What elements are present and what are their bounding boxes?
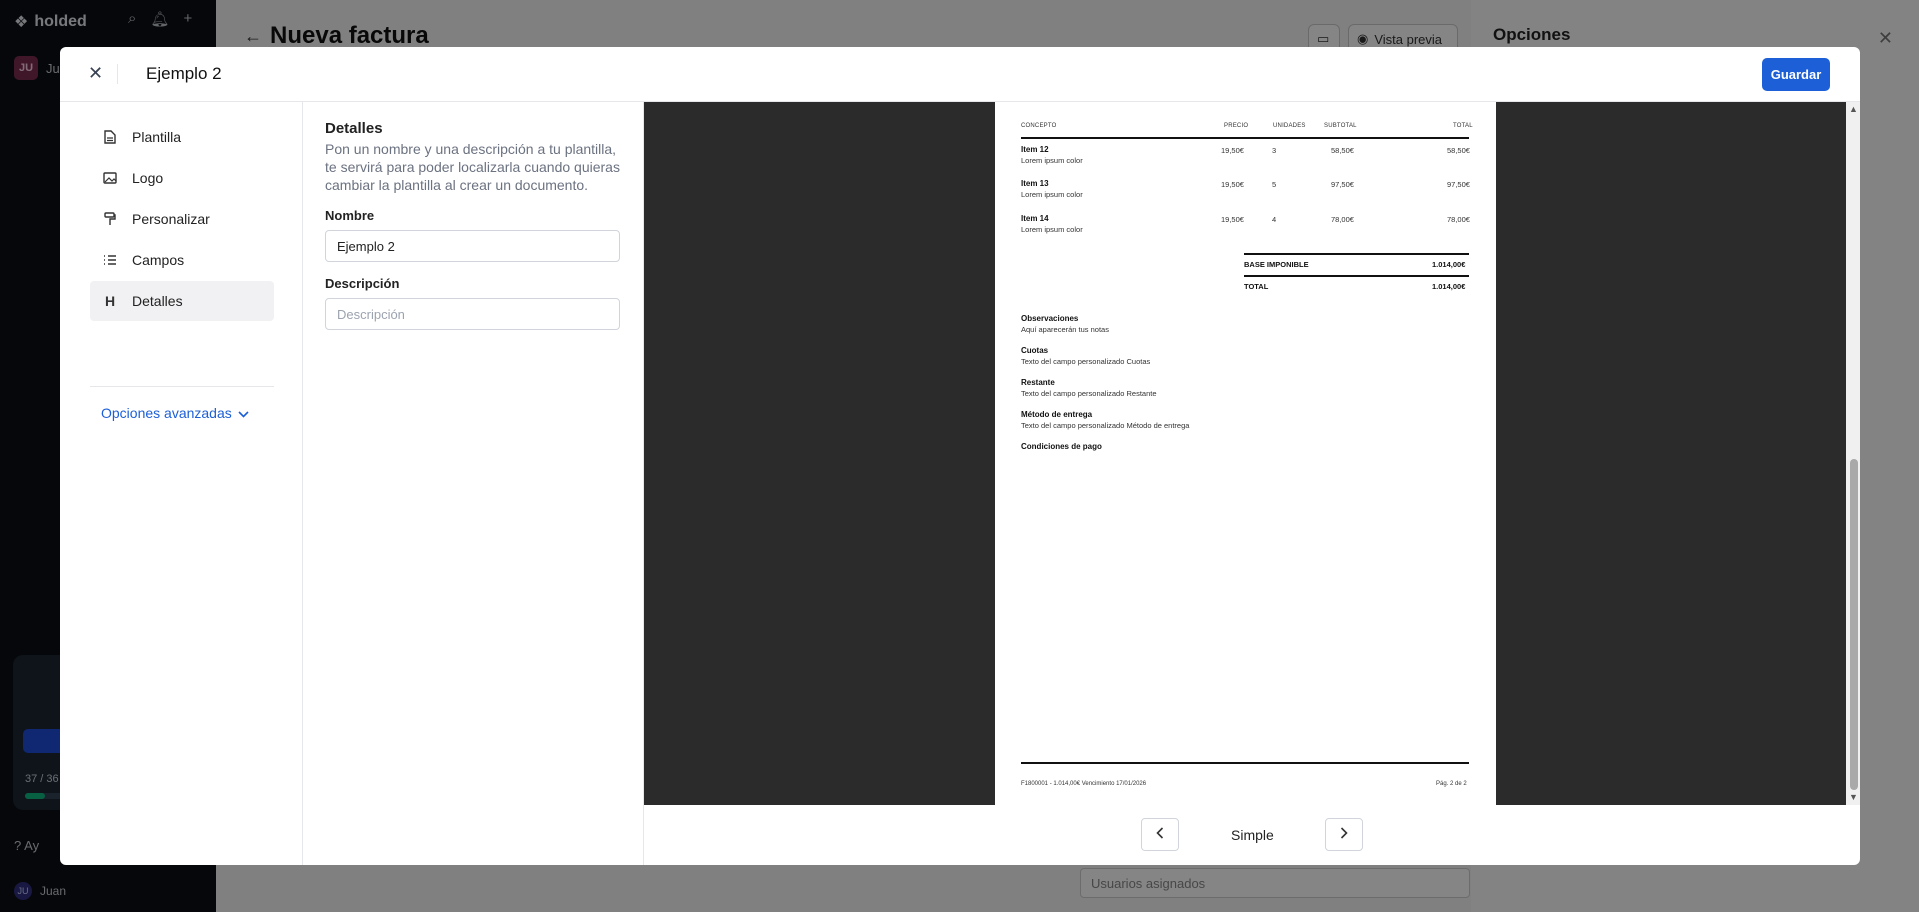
scroll-thumb[interactable]: [1850, 459, 1858, 790]
template-preview: CONCEPTO PRECIO UNIDADES SUBTOTAL TOTAL …: [643, 102, 1860, 865]
template-editor-modal: ✕ Ejemplo 2 Guardar Plantilla Logo Perso…: [60, 47, 1860, 865]
block-value: Texto del campo personalizado Cuotas: [1021, 357, 1151, 366]
nav-item-label: Detalles: [132, 293, 183, 309]
preview-canvas: CONCEPTO PRECIO UNIDADES SUBTOTAL TOTAL …: [644, 102, 1846, 805]
block-title: Cuotas: [1021, 346, 1049, 355]
details-form: Detalles Pon un nombre y una descripción…: [325, 120, 620, 330]
chevron-left-icon: [1156, 826, 1164, 843]
totals-rule: [1244, 275, 1469, 277]
block-title: Método de entrega: [1021, 410, 1093, 419]
scroll-down-icon[interactable]: ▼: [1849, 792, 1858, 802]
item-price: 19,50€: [1221, 146, 1244, 155]
col-header-price: PRECIO: [1224, 123, 1249, 129]
chevron-down-icon: [238, 405, 249, 421]
footer-rule: [1021, 762, 1469, 764]
paint-roller-icon: [102, 212, 118, 226]
nav-item-logo[interactable]: Logo: [90, 158, 274, 198]
details-description: Pon un nombre y una descripción a tu pla…: [325, 141, 620, 193]
nav-item-personalizar[interactable]: Personalizar: [90, 199, 274, 239]
table-header-rule: [1021, 137, 1469, 139]
block-value: Texto del campo personalizado Restante: [1021, 389, 1157, 398]
col-header-units: UNIDADES: [1273, 123, 1306, 129]
item-name: Item 12: [1021, 145, 1049, 154]
base-label: BASE IMPONIBLE: [1244, 260, 1309, 269]
item-name: Item 14: [1021, 214, 1049, 223]
block-value: Aquí aparecerán tus notas: [1021, 325, 1109, 334]
preview-scrollbar[interactable]: ▲ ▼: [1846, 102, 1860, 805]
item-desc: Lorem ipsum color: [1021, 225, 1083, 234]
scroll-up-icon[interactable]: ▲: [1849, 104, 1858, 114]
nav-item-plantilla[interactable]: Plantilla: [90, 117, 274, 157]
template-name: Simple: [1231, 827, 1274, 843]
item-desc: Lorem ipsum color: [1021, 190, 1083, 199]
block-title: Observaciones: [1021, 314, 1079, 323]
block-value: Texto del campo personalizado Método de …: [1021, 421, 1190, 430]
nav-item-label: Campos: [132, 252, 185, 268]
file-icon: [102, 130, 118, 144]
item-units: 5: [1272, 180, 1277, 189]
item-total: 58,50€: [1447, 146, 1470, 155]
block-title: Restante: [1021, 378, 1055, 387]
previous-template-button[interactable]: [1141, 818, 1179, 851]
item-total: 78,00€: [1447, 215, 1470, 224]
page-number: Pág. 2 de 2: [1436, 781, 1467, 787]
image-icon: [102, 172, 118, 184]
modal-header: ✕ Ejemplo 2 Guardar: [60, 47, 1860, 102]
col-header-concept: CONCEPTO: [1021, 123, 1057, 129]
item-units: 3: [1272, 146, 1277, 155]
template-nav: Plantilla Logo Personalizar Campos H Det…: [60, 102, 303, 865]
next-template-button[interactable]: [1325, 818, 1363, 851]
name-label: Nombre: [325, 208, 375, 223]
heading-icon: H: [104, 293, 116, 309]
details-heading: Detalles: [325, 120, 383, 137]
advanced-options-label: Opciones avanzadas: [101, 405, 232, 421]
template-switcher: Simple: [644, 805, 1860, 865]
block-title: Condiciones de pago: [1021, 442, 1102, 451]
item-price: 19,50€: [1221, 180, 1244, 189]
page-footer-info: F1800001 - 1.014,00€ Vencimiento 17/01/2…: [1021, 781, 1147, 787]
description-label: Descripción: [325, 276, 400, 291]
chevron-right-icon: [1340, 826, 1348, 843]
description-field[interactable]: [325, 298, 620, 330]
name-field[interactable]: [325, 230, 620, 262]
invoice-page: CONCEPTO PRECIO UNIDADES SUBTOTAL TOTAL …: [995, 102, 1496, 805]
nav-item-label: Plantilla: [132, 129, 182, 145]
item-name: Item 13: [1021, 179, 1049, 188]
nav-item-label: Logo: [132, 170, 164, 186]
item-desc: Lorem ipsum color: [1021, 156, 1083, 165]
nav-item-detalles[interactable]: H Detalles: [90, 281, 274, 321]
total-label: TOTAL: [1244, 282, 1269, 291]
nav-item-label: Personalizar: [132, 211, 210, 227]
item-units: 4: [1272, 215, 1277, 224]
totals-rule: [1244, 253, 1469, 255]
total-value: 1.014,00€: [1432, 282, 1466, 291]
advanced-options-toggle[interactable]: Opciones avanzadas: [101, 405, 249, 421]
header-divider: [117, 64, 118, 84]
col-header-total: TOTAL: [1453, 123, 1473, 129]
item-total: 97,50€: [1447, 180, 1470, 189]
nav-divider: [90, 386, 274, 387]
list-icon: [102, 254, 118, 266]
nav-item-campos[interactable]: Campos: [90, 240, 274, 280]
base-value: 1.014,00€: [1432, 260, 1466, 269]
item-subtotal: 78,00€: [1331, 215, 1354, 224]
modal-title: Ejemplo 2: [146, 64, 222, 83]
item-subtotal: 58,50€: [1331, 146, 1354, 155]
item-price: 19,50€: [1221, 215, 1244, 224]
col-header-subtotal: SUBTOTAL: [1324, 123, 1357, 129]
save-button[interactable]: Guardar: [1762, 58, 1830, 91]
close-icon[interactable]: ✕: [88, 63, 103, 84]
item-subtotal: 97,50€: [1331, 180, 1354, 189]
